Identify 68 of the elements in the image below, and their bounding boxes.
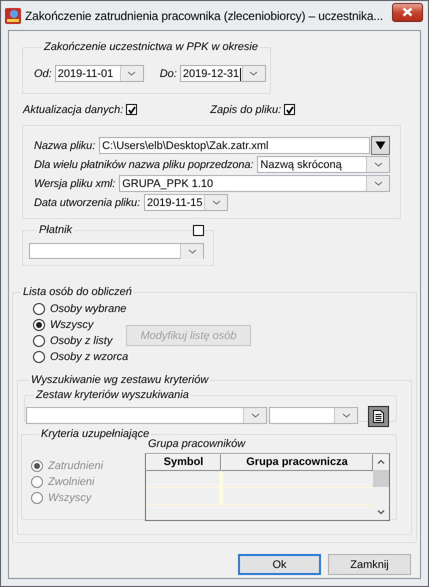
field-label: Do: — [160, 68, 177, 80]
dialog-button[interactable]: Ok — [238, 554, 321, 575]
checkbox[interactable] — [284, 104, 296, 115]
dropdown[interactable]: Nazwą skróconą — [257, 156, 390, 173]
dropdown-button[interactable] — [242, 66, 265, 81]
close-icon — [402, 7, 413, 17]
dropdown[interactable] — [269, 407, 358, 424]
dropdown-button[interactable] — [180, 244, 203, 258]
field-label: Dla wielu płatników nazwa pliku poprzedzona: — [34, 158, 254, 170]
field-label: Data utworzenia pliku: — [34, 196, 140, 208]
radio-label: Zatrudnieni — [48, 460, 104, 472]
checkmark-icon — [128, 106, 136, 114]
dropdown[interactable] — [26, 407, 267, 424]
chevron-down-icon — [212, 200, 221, 205]
group-label: Kryteria uzupełniające — [40, 428, 150, 440]
dropdown[interactable] — [29, 243, 204, 259]
chevron-down-icon — [342, 413, 350, 418]
scroll-thumb[interactable] — [373, 470, 389, 487]
chevron-down-icon — [377, 510, 385, 515]
chevron-down-icon — [249, 71, 258, 76]
triangle-down-icon — [375, 141, 386, 150]
chevron-down-icon — [188, 248, 196, 254]
radio-button[interactable] — [33, 303, 45, 315]
document-icon — [373, 410, 384, 423]
checkmark-icon — [286, 106, 294, 114]
chevron-down-icon — [250, 413, 260, 418]
chevron-down-icon — [127, 71, 136, 76]
dropdown-button[interactable] — [334, 408, 357, 423]
checkbox[interactable] — [126, 104, 138, 115]
chevron-up-icon — [377, 459, 385, 464]
dropdown-button[interactable] — [120, 66, 143, 81]
radio-button[interactable] — [33, 319, 45, 331]
chevron-down-icon — [374, 181, 382, 186]
dropdown-button[interactable] — [204, 195, 228, 210]
field-label: Nazwa pliku: — [34, 140, 96, 152]
radio-label[interactable]: Osoby z wzorca — [50, 351, 128, 363]
radio-button[interactable] — [33, 351, 45, 363]
checkbox-label: Aktualizacja danych: — [23, 104, 124, 116]
close-button[interactable] — [392, 2, 423, 22]
field-label: Od: — [34, 68, 52, 80]
radio-label: Wszyscy — [48, 492, 92, 504]
browse-button[interactable] — [371, 136, 390, 155]
app-icon — [5, 8, 21, 24]
dialog-button[interactable]: Zamknij — [328, 554, 411, 575]
dropdown[interactable]: GRUPA_PPK 1.10 — [119, 175, 390, 192]
field-label: Wersja pliku xml: — [34, 178, 116, 190]
table-title: Grupa pracowników — [148, 438, 247, 451]
group-label: Płatnik — [38, 224, 74, 237]
chevron-down-icon — [374, 162, 382, 167]
group-label: Wyszukiwanie wg zestawu kryteriów — [30, 374, 210, 387]
dropdown-button[interactable] — [366, 176, 389, 191]
date-picker[interactable]: 2019-11-15 — [144, 194, 228, 211]
group-label: Lista osób do obliczeń — [22, 286, 133, 299]
input-field[interactable]: C:\Users\elb\Desktop\Zak.zatr.xml — [99, 137, 370, 154]
group-label: Zakończenie uczestnictwa w PPK w okresie — [42, 41, 259, 54]
radio-label[interactable]: Osoby z listy — [50, 335, 112, 347]
dropdown-button[interactable] — [243, 408, 266, 423]
radio-button[interactable] — [33, 335, 45, 347]
radio-label[interactable]: Wszyscy — [50, 319, 94, 331]
radio-label: Zwolnieni — [48, 476, 94, 488]
date-picker[interactable]: 2019-11-01 — [54, 65, 144, 82]
date-picker[interactable]: 2019-12-31 — [180, 65, 266, 82]
checkbox[interactable] — [193, 225, 204, 236]
document-button[interactable] — [368, 406, 389, 427]
radio-label[interactable]: Osoby wybrane — [50, 303, 126, 315]
checkbox-label: Zapis do pliku: — [210, 104, 282, 116]
window-title: Zakończenie zatrudnienia pracownika (zleceniobiorcy) – uczestnika... — [25, 8, 384, 22]
group-label: Zestaw kryteriów wyszukiwania — [34, 389, 190, 402]
